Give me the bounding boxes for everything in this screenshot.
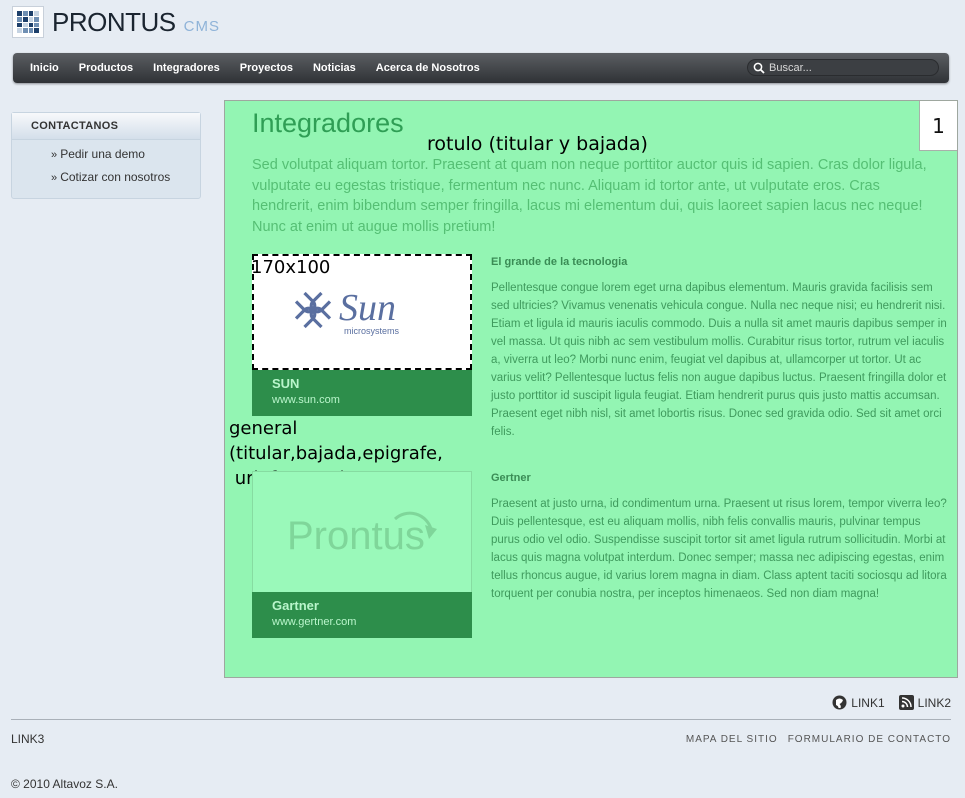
rotulo-annotation: rotulo (titular y bajada) [427, 133, 648, 155]
footer-divider [11, 719, 951, 720]
integrator-logo-gartner: Prontus [252, 471, 472, 592]
logo-mark-icon [12, 6, 44, 38]
integrator-card-gartner[interactable]: Prontus Gartner www.gertner.com [252, 471, 472, 638]
general-annotation-line: general [229, 418, 298, 439]
nav-item-acerca[interactable]: Acerca de Nosotros [366, 62, 490, 74]
rss-icon [898, 695, 914, 710]
contact-sidebar: CONTACTANOS Pedir una demo Cotizar con n… [11, 112, 201, 199]
integrator-footer-sun: SUN www.sun.com [252, 370, 472, 416]
nav-item-noticias[interactable]: Noticias [303, 62, 366, 74]
nav-item-inicio[interactable]: Inicio [20, 62, 69, 74]
contact-form-link[interactable]: FORMULARIO DE CONTACTO [788, 734, 951, 745]
brand-name: PRONTUS [52, 6, 176, 37]
integrator-name: Gartner [272, 598, 319, 613]
page-number-badge: 1 [919, 101, 957, 151]
integrator-name: SUN [272, 376, 300, 391]
footer-link2[interactable]: LINK2 [898, 695, 951, 710]
footer-social-links: LINK1 LINK2 [818, 695, 951, 710]
copyright: © 2010 Altavoz S.A. [11, 777, 118, 791]
integrator-entry-gartner: Gertner Praesent at justo urna, id condi… [491, 472, 951, 603]
footer-link1-label: LINK1 [851, 695, 885, 710]
sun-logo-text: Sun [339, 287, 396, 329]
entry-body: Pellentesque congue lorem eget urna dapi… [491, 282, 947, 438]
search-icon[interactable] [753, 62, 765, 74]
sun-logo-icon: Sun microsystems [294, 287, 400, 336]
sidebar-item-pedir-demo[interactable]: Pedir una demo [12, 147, 200, 170]
sun-logo-sub: microsystems [344, 326, 400, 336]
entry-heading[interactable]: El grande de la tecnologia [491, 256, 951, 268]
integrator-url[interactable]: www.sun.com [272, 394, 472, 406]
integrator-url[interactable]: www.gertner.com [272, 616, 472, 628]
sidebar-title: CONTACTANOS [12, 113, 200, 140]
footer-link2-label: LINK2 [917, 695, 951, 710]
main-content: 1 Integradores rotulo (titular y bajada)… [224, 100, 958, 678]
prontus-logo-text: Prontus [287, 514, 425, 558]
search-input[interactable] [769, 61, 929, 74]
sidebar-item-cotizar[interactable]: Cotizar con nosotros [12, 170, 200, 193]
search-box [747, 59, 939, 76]
page-title: Integradores [252, 108, 404, 138]
delicious-icon [832, 695, 847, 710]
nav-item-proyectos[interactable]: Proyectos [230, 62, 303, 74]
main-nav: Inicio Productos Integradores Proyectos … [13, 53, 949, 83]
brand-suffix: CMS [183, 18, 220, 35]
prontus-logo-icon: Prontus [287, 511, 437, 558]
site-logo[interactable]: PRONTUS CMS [12, 6, 220, 38]
footer-nav: MAPA DEL SITIO FORMULARIO DE CONTACTO [676, 734, 951, 745]
general-annotation-line: (titular,bajada,epigrafe, [229, 443, 443, 464]
nav-item-productos[interactable]: Productos [69, 62, 143, 74]
nav-item-integradores[interactable]: Integradores [143, 62, 230, 74]
entry-heading[interactable]: Gertner [491, 472, 951, 484]
page-lead: Sed volutpat aliquam tortor. Praesent at… [252, 157, 927, 235]
footer-link3[interactable]: LINK3 [11, 732, 44, 746]
integrator-footer-gartner: Gartner www.gertner.com [252, 592, 472, 638]
entry-body: Praesent at justo urna, id condimentum u… [491, 498, 947, 600]
footer-link1[interactable]: LINK1 [832, 695, 885, 710]
integrator-entry-sun: El grande de la tecnologia Pellentesque … [491, 256, 951, 441]
integrator-card-sun[interactable]: Sun microsystems SUN www.sun.com [252, 254, 472, 416]
image-size-annotation: 170x100 [251, 257, 331, 278]
sitemap-link[interactable]: MAPA DEL SITIO [686, 734, 778, 745]
